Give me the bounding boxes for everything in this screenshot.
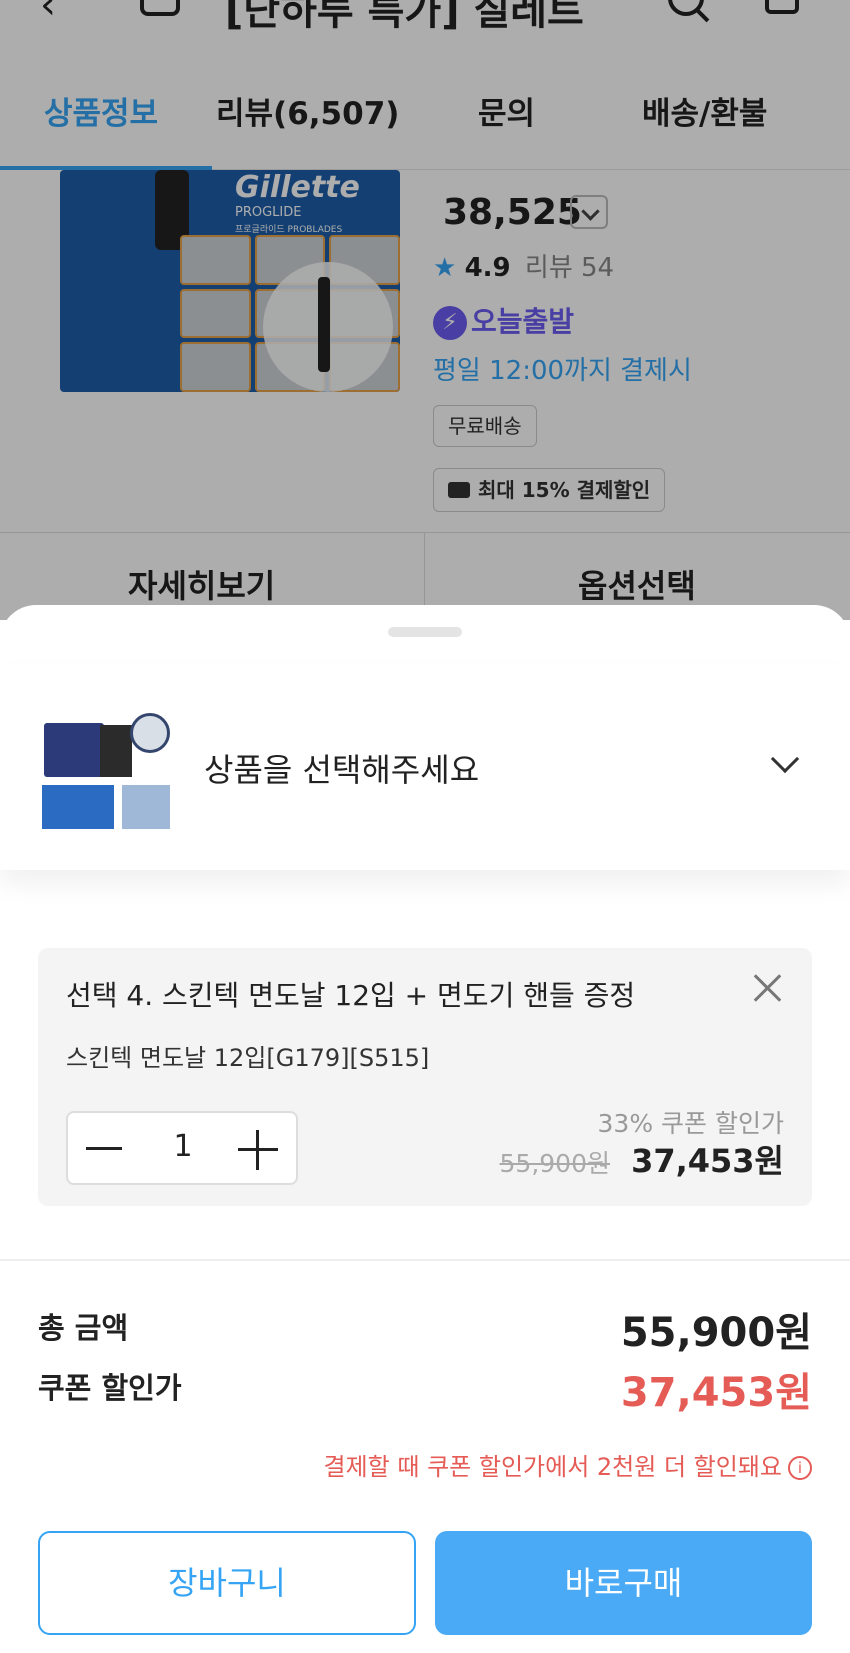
info-icon[interactable]: i: [788, 1456, 812, 1480]
original-price: 55,900원: [499, 1149, 610, 1178]
quantity-stepper: 1: [66, 1111, 298, 1185]
product-select-placeholder: 상품을 선택해주세요: [204, 751, 480, 789]
sheet-drag-handle[interactable]: [388, 627, 462, 637]
selected-option-card: 선택 4. 스킨텍 면도날 12입 + 면도기 핸들 증정 스킨텍 면도날 12…: [38, 948, 812, 1206]
modal-overlay[interactable]: [0, 0, 850, 620]
chevron-down-icon: [770, 744, 800, 774]
total-amount-label: 총 금액: [38, 1311, 129, 1345]
divider: [0, 1259, 850, 1261]
coupon-price-label: 쿠폰 할인가: [38, 1371, 182, 1405]
product-select-dropdown[interactable]: 상품을 선택해주세요: [0, 665, 850, 870]
buy-now-button[interactable]: 바로구매: [435, 1531, 812, 1635]
extra-discount-note: 결제할 때 쿠폰 할인가에서 2천원 더 할인돼요 i: [324, 1447, 812, 1482]
close-icon[interactable]: [750, 970, 786, 1006]
quantity-value[interactable]: 1: [168, 1129, 198, 1164]
option-bottom-sheet: 상품을 선택해주세요 선택 4. 스킨텍 면도날 12입 + 면도기 핸들 증정…: [0, 605, 850, 1653]
product-thumbnail: [42, 713, 172, 831]
option-title: 선택 4. 스킨텍 면도날 12입 + 면도기 핸들 증정: [66, 979, 636, 1012]
add-to-cart-button[interactable]: 장바구니: [38, 1531, 416, 1635]
plus-icon[interactable]: [238, 1130, 278, 1170]
total-amount-value: 55,900원: [620, 1310, 812, 1356]
option-subtitle: 스킨텍 면도날 12입[G179][S515]: [66, 1044, 430, 1072]
option-final-price: 37,453원: [631, 1142, 784, 1180]
minus-icon[interactable]: [86, 1147, 122, 1150]
coupon-price-value: 37,453원: [620, 1370, 812, 1416]
coupon-discount-label: 33% 쿠폰 할인가: [597, 1109, 784, 1138]
